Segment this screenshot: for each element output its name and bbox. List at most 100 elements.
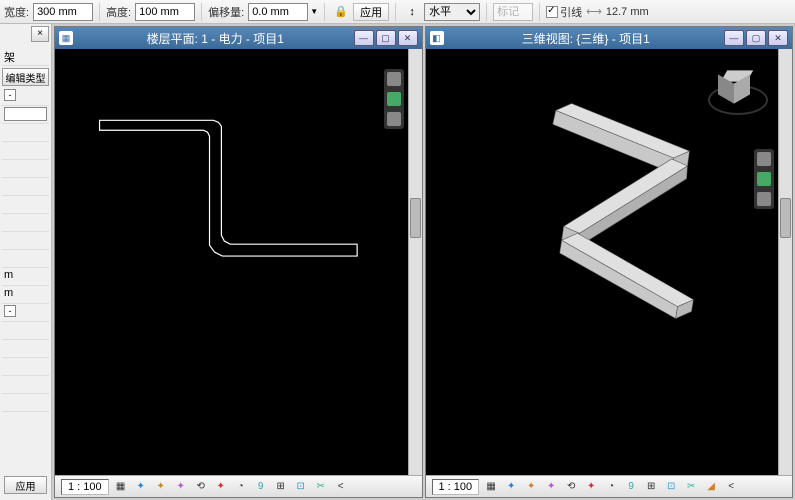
view-icon: ▦ [59, 31, 73, 45]
status-icon[interactable]: ✦ [523, 479, 539, 495]
3d-canvas[interactable] [426, 49, 793, 475]
plan-view-window: ▦ 楼层平面: 1 - 电力 - 项目1 — ▢ ✕ 1 : 100 [54, 26, 423, 498]
view-title: 三维视图: {三维} - 项目1 [450, 30, 723, 47]
status-icon[interactable]: ✂ [313, 479, 329, 495]
list-item[interactable] [2, 214, 49, 232]
lock-icon[interactable]: 🔒 [331, 3, 351, 21]
widget-icon[interactable] [757, 152, 771, 166]
status-icon[interactable]: ✂ [683, 479, 699, 495]
separator [99, 3, 100, 21]
scale-display[interactable]: 1 : 100 [432, 479, 480, 495]
toolbar-widget[interactable] [754, 149, 774, 209]
apply-button[interactable]: 应用 [353, 3, 389, 21]
status-icon[interactable]: ✦ [173, 479, 189, 495]
chevron-icon[interactable]: < [723, 479, 739, 495]
status-icon[interactable]: ✦ [503, 479, 519, 495]
status-icon[interactable]: ⟲ [563, 479, 579, 495]
align-select[interactable]: 水平 [424, 3, 480, 21]
status-icon[interactable]: ⊡ [293, 479, 309, 495]
properties-panel: × 架 编辑类型 - m m - 应用 [0, 24, 52, 500]
view-cube[interactable] [708, 61, 768, 121]
status-icon[interactable]: ✦ [213, 479, 229, 495]
status-icon[interactable]: ▦ [113, 479, 129, 495]
view-icon: ◧ [430, 31, 444, 45]
main-area: × 架 编辑类型 - m m - 应用 ▦ [0, 24, 795, 500]
close-icon[interactable]: ✕ [768, 30, 788, 46]
status-icon[interactable]: ⊡ [663, 479, 679, 495]
mark-input[interactable] [493, 3, 533, 21]
edit-type-button[interactable]: 编辑类型 [2, 68, 49, 86]
list-item[interactable] [2, 160, 49, 178]
status-icon[interactable]: ⊞ [273, 479, 289, 495]
width-label: 宽度: [4, 4, 29, 20]
list-item[interactable] [2, 178, 49, 196]
widget-icon[interactable] [757, 192, 771, 206]
view-title-bar: ▦ 楼层平面: 1 - 电力 - 项目1 — ▢ ✕ [55, 27, 422, 49]
separator [201, 3, 202, 21]
height-label: 高度: [106, 4, 131, 20]
list-item[interactable] [2, 250, 49, 268]
status-icon[interactable]: 9 [623, 479, 639, 495]
apply-button[interactable]: 应用 [4, 476, 47, 494]
property-input[interactable] [4, 107, 47, 121]
status-icon[interactable]: ⟲ [193, 479, 209, 495]
status-icon[interactable]: ✦ [543, 479, 559, 495]
minimize-icon[interactable]: — [724, 30, 744, 46]
guides-value: 12.7 mm [606, 6, 649, 18]
expand-icon[interactable]: - [4, 89, 16, 101]
3d-view-window: ◧ 三维视图: {三维} - 项目1 — ▢ ✕ [425, 26, 794, 498]
status-icon[interactable]: ◔ [233, 479, 249, 495]
plan-canvas[interactable] [55, 49, 422, 475]
maximize-icon[interactable]: ▢ [746, 30, 766, 46]
scrollbar-vertical[interactable] [778, 49, 792, 475]
view-status-bar: 1 : 100 ▦ ✦ ✦ ✦ ⟲ ✦ ◔ 9 ⊞ ⊡ ✂ < [55, 475, 422, 497]
list-item[interactable]: m [2, 268, 49, 286]
guides-checkbox[interactable] [546, 6, 558, 18]
status-icon[interactable]: ✦ [133, 479, 149, 495]
width-input[interactable] [33, 3, 93, 21]
separator [324, 3, 325, 21]
chevron-icon[interactable]: < [333, 479, 349, 495]
status-icon[interactable]: ✦ [583, 479, 599, 495]
list-item[interactable] [2, 196, 49, 214]
options-toolbar: 宽度: 高度: 偏移量: ▼ 🔒 应用 ↕ 水平 引线 ⟷ 12.7 mm [0, 0, 795, 24]
separator [539, 3, 540, 21]
list-item[interactable] [2, 322, 49, 340]
minimize-icon[interactable]: — [354, 30, 374, 46]
close-icon[interactable]: ✕ [398, 30, 418, 46]
list-item[interactable] [2, 394, 49, 412]
maximize-icon[interactable]: ▢ [376, 30, 396, 46]
widget-icon[interactable] [387, 92, 401, 106]
status-icon[interactable]: 9 [253, 479, 269, 495]
list-item[interactable]: m [2, 286, 49, 304]
list-item[interactable] [2, 376, 49, 394]
close-icon[interactable]: × [31, 26, 49, 42]
status-icon[interactable]: ◢ [703, 479, 719, 495]
list-item[interactable] [2, 358, 49, 376]
align-icon[interactable]: ↕ [402, 3, 422, 21]
view-title-bar: ◧ 三维视图: {三维} - 项目1 — ▢ ✕ [426, 27, 793, 49]
list-item [2, 106, 49, 124]
list-item[interactable] [2, 232, 49, 250]
plan-drawing [55, 49, 422, 475]
height-input[interactable] [135, 3, 195, 21]
separator [395, 3, 396, 21]
status-icon[interactable]: ◔ [603, 479, 619, 495]
view-title: 楼层平面: 1 - 电力 - 项目1 [79, 30, 352, 47]
status-icon[interactable]: ✦ [153, 479, 169, 495]
scale-display[interactable]: 1 : 100 [61, 479, 109, 495]
offset-input[interactable] [248, 3, 308, 21]
status-icon[interactable]: ▦ [483, 479, 499, 495]
widget-icon[interactable] [387, 72, 401, 86]
widget-icon[interactable] [757, 172, 771, 186]
status-icon[interactable]: ⊞ [643, 479, 659, 495]
list-item: - [2, 88, 49, 106]
toolbar-widget[interactable] [384, 69, 404, 129]
expand-icon[interactable]: - [4, 305, 16, 317]
list-item[interactable] [2, 340, 49, 358]
list-item[interactable] [2, 124, 49, 142]
widget-icon[interactable] [387, 112, 401, 126]
separator [486, 3, 487, 21]
list-item[interactable] [2, 142, 49, 160]
scrollbar-vertical[interactable] [408, 49, 422, 475]
